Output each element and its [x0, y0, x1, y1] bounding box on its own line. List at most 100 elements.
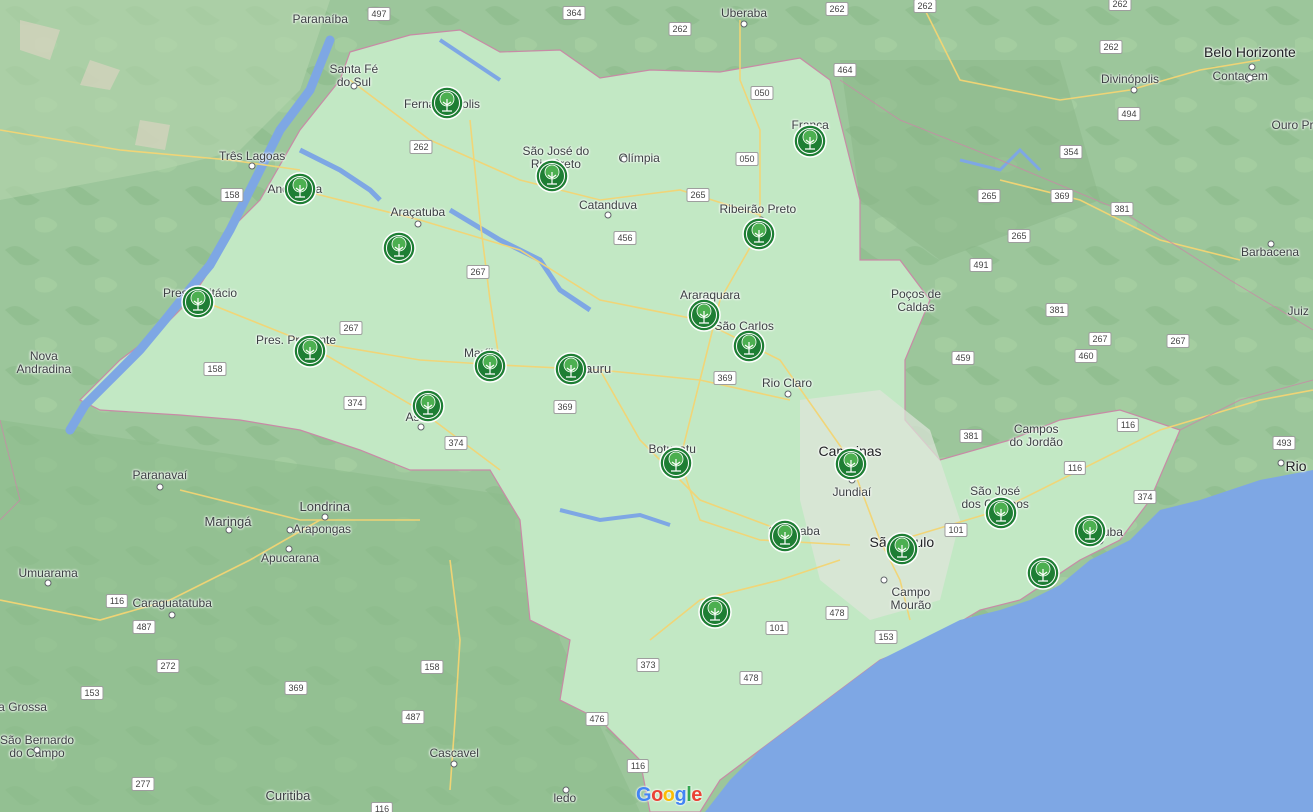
map-base-layer	[0, 0, 1313, 812]
tree-marker[interactable]	[885, 532, 919, 566]
place-label: Rio Claro	[762, 376, 813, 390]
highway-shield: 153	[874, 630, 898, 644]
tree-marker[interactable]	[659, 446, 693, 480]
highway-shield: 373	[636, 658, 660, 672]
highway-shield: 101	[765, 621, 789, 635]
tree-marker[interactable]	[382, 231, 416, 265]
place-label: Campos do Jordão	[1009, 422, 1063, 449]
highway-shield: 374	[444, 436, 468, 450]
tree-marker[interactable]	[742, 217, 776, 251]
tree-icon	[535, 159, 569, 193]
place-label: Belo Horizonte	[1204, 44, 1296, 60]
place-dot	[1246, 74, 1254, 82]
tree-icon	[768, 519, 802, 553]
place-label: Barbacena	[1241, 245, 1300, 259]
tree-marker[interactable]	[768, 519, 802, 553]
place-dot	[225, 526, 233, 534]
place-label: Londrina	[299, 499, 351, 514]
highway-shield: 369	[553, 400, 577, 414]
place-label: Ouro Pre	[1271, 118, 1313, 132]
highway-shield: 381	[1045, 303, 1069, 317]
highway-shield: 050	[735, 152, 759, 166]
highway-shield: 491	[969, 258, 993, 272]
place-label: Rio	[1285, 458, 1307, 474]
place-label: Jundiaí	[832, 485, 872, 499]
tree-icon	[473, 349, 507, 383]
tree-icon	[659, 446, 693, 480]
tree-marker[interactable]	[430, 86, 464, 120]
tree-marker[interactable]	[535, 159, 569, 193]
tree-icon	[293, 334, 327, 368]
place-dot	[321, 513, 329, 521]
highway-shield: 374	[343, 396, 367, 410]
place-label: Catanduva	[579, 198, 638, 212]
highway-shield: 116	[370, 802, 394, 812]
place-dot	[1277, 459, 1285, 467]
place-dot	[620, 155, 628, 163]
place-label: Três Lagoas	[219, 149, 286, 163]
highway-shield: 487	[132, 620, 156, 634]
highway-shield: 158	[420, 660, 444, 674]
tree-icon	[411, 389, 445, 423]
tree-icon	[793, 124, 827, 158]
place-dot	[350, 82, 358, 90]
tree-icon	[732, 329, 766, 363]
tree-marker[interactable]	[473, 349, 507, 383]
tree-marker[interactable]	[1026, 556, 1060, 590]
google-logo-letter: o	[662, 784, 675, 806]
place-dot	[417, 423, 425, 431]
place-dot	[414, 220, 422, 228]
highway-shield: 369	[713, 371, 737, 385]
place-label: ledo	[553, 791, 577, 805]
place-label: Ribeirão Preto	[719, 202, 797, 216]
highway-shield: 476	[585, 712, 609, 726]
highway-shield: 116	[1116, 418, 1140, 432]
tree-marker[interactable]	[698, 595, 732, 629]
highway-shield: 153	[80, 686, 104, 700]
highway-shield: 262	[1108, 0, 1132, 11]
place-label: Araçatuba	[390, 205, 446, 219]
tree-marker[interactable]	[984, 496, 1018, 530]
highway-shield: 478	[825, 606, 849, 620]
highway-shield: 381	[959, 429, 983, 443]
tree-marker[interactable]	[732, 329, 766, 363]
highway-shield: 487	[401, 710, 425, 724]
highway-shield: 381	[1110, 202, 1134, 216]
tree-marker[interactable]	[834, 447, 868, 481]
highway-shield: 267	[339, 321, 363, 335]
place-label: Caraguatatuba	[132, 596, 212, 610]
tree-marker[interactable]	[283, 172, 317, 206]
highway-shield: 158	[203, 362, 227, 376]
highway-shield: 050	[750, 86, 774, 100]
google-logo-letter: G	[636, 784, 652, 806]
highway-shield: 265	[977, 189, 1001, 203]
tree-marker[interactable]	[293, 334, 327, 368]
place-label: Uberaba	[721, 6, 768, 20]
highway-shield: 272	[156, 659, 180, 673]
highway-shield: 478	[739, 671, 763, 685]
highway-shield: 497	[367, 7, 391, 21]
highway-shield: 262	[913, 0, 937, 13]
map-canvas[interactable]: Paranaíba Uberaba Belo Horizonte Contagem Sa…	[0, 0, 1313, 812]
place-label: Contagem	[1212, 69, 1268, 83]
place-dot	[33, 746, 41, 754]
tree-icon	[283, 172, 317, 206]
highway-shield: 116	[105, 594, 129, 608]
tree-marker[interactable]	[181, 285, 215, 319]
highway-shield: 116	[1063, 461, 1087, 475]
tree-marker[interactable]	[411, 389, 445, 423]
tree-marker[interactable]	[1073, 514, 1107, 548]
tree-marker[interactable]	[793, 124, 827, 158]
highway-shield: 158	[220, 188, 244, 202]
place-label: Campo Mourão	[890, 585, 932, 612]
highway-shield: 262	[1099, 40, 1123, 54]
highway-shield: 262	[825, 2, 849, 16]
highway-shield: 267	[466, 265, 490, 279]
highway-shield: 262	[668, 22, 692, 36]
tree-icon	[181, 285, 215, 319]
highway-shield: 277	[131, 777, 155, 791]
tree-marker[interactable]	[687, 298, 721, 332]
tree-marker[interactable]	[554, 352, 588, 386]
place-label: Paranaíba	[292, 12, 348, 26]
place-label: Juiz	[1287, 304, 1309, 318]
